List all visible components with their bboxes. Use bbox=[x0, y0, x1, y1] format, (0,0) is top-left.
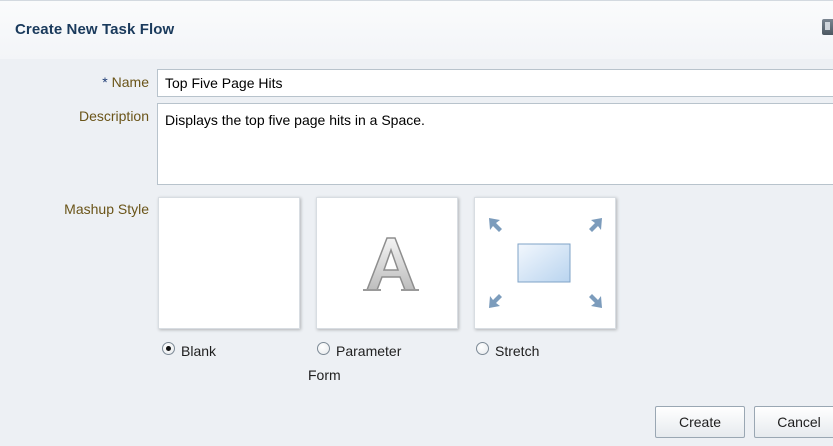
radio-button-stretch[interactable] bbox=[476, 342, 489, 355]
dialog-title: Create New Task Flow bbox=[15, 21, 175, 38]
create-task-flow-dialog: Create New Task Flow * Name Top Five Pag… bbox=[0, 0, 833, 446]
create-button[interactable]: Create bbox=[655, 406, 745, 438]
expand-arrows-icon bbox=[489, 218, 602, 308]
letter-a-icon bbox=[363, 237, 419, 291]
cancel-button[interactable]: Cancel bbox=[754, 406, 833, 438]
mashup-tile-blank[interactable] bbox=[158, 197, 300, 329]
radio-option-blank[interactable]: Blank bbox=[162, 341, 216, 361]
name-input[interactable]: Top Five Page Hits bbox=[157, 69, 833, 97]
radio-button-blank[interactable] bbox=[162, 342, 175, 355]
close-icon[interactable] bbox=[822, 19, 833, 35]
mashup-tile-stretch[interactable] bbox=[474, 197, 616, 329]
name-label-text: Name bbox=[111, 74, 149, 90]
radio-label-stretch: Stretch bbox=[495, 343, 540, 359]
description-label: Description bbox=[78, 108, 149, 124]
name-input-value: Top Five Page Hits bbox=[165, 75, 283, 91]
radio-label-parameter-form-line2: Form bbox=[308, 367, 341, 383]
radio-button-parameter-form[interactable] bbox=[317, 342, 330, 355]
radio-label-parameter-form: Parameter bbox=[336, 343, 402, 359]
radio-option-stretch[interactable]: Stretch bbox=[476, 341, 539, 361]
radio-label-blank: Blank bbox=[181, 343, 217, 359]
radio-label-parameter-form-line2-wrap: Form bbox=[308, 365, 341, 385]
dialog-titlebar: Create New Task Flow bbox=[0, 1, 833, 59]
mashup-style-label: Mashup Style bbox=[64, 201, 149, 217]
description-textarea[interactable]: Displays the top five page hits in a Spa… bbox=[157, 103, 833, 185]
required-marker: * bbox=[102, 74, 108, 90]
description-value: Displays the top five page hits in a Spa… bbox=[165, 112, 425, 128]
name-label: * Name bbox=[102, 74, 149, 90]
mashup-tile-parameter-form[interactable] bbox=[316, 197, 458, 329]
radio-option-parameter-form[interactable]: Parameter bbox=[317, 341, 401, 361]
